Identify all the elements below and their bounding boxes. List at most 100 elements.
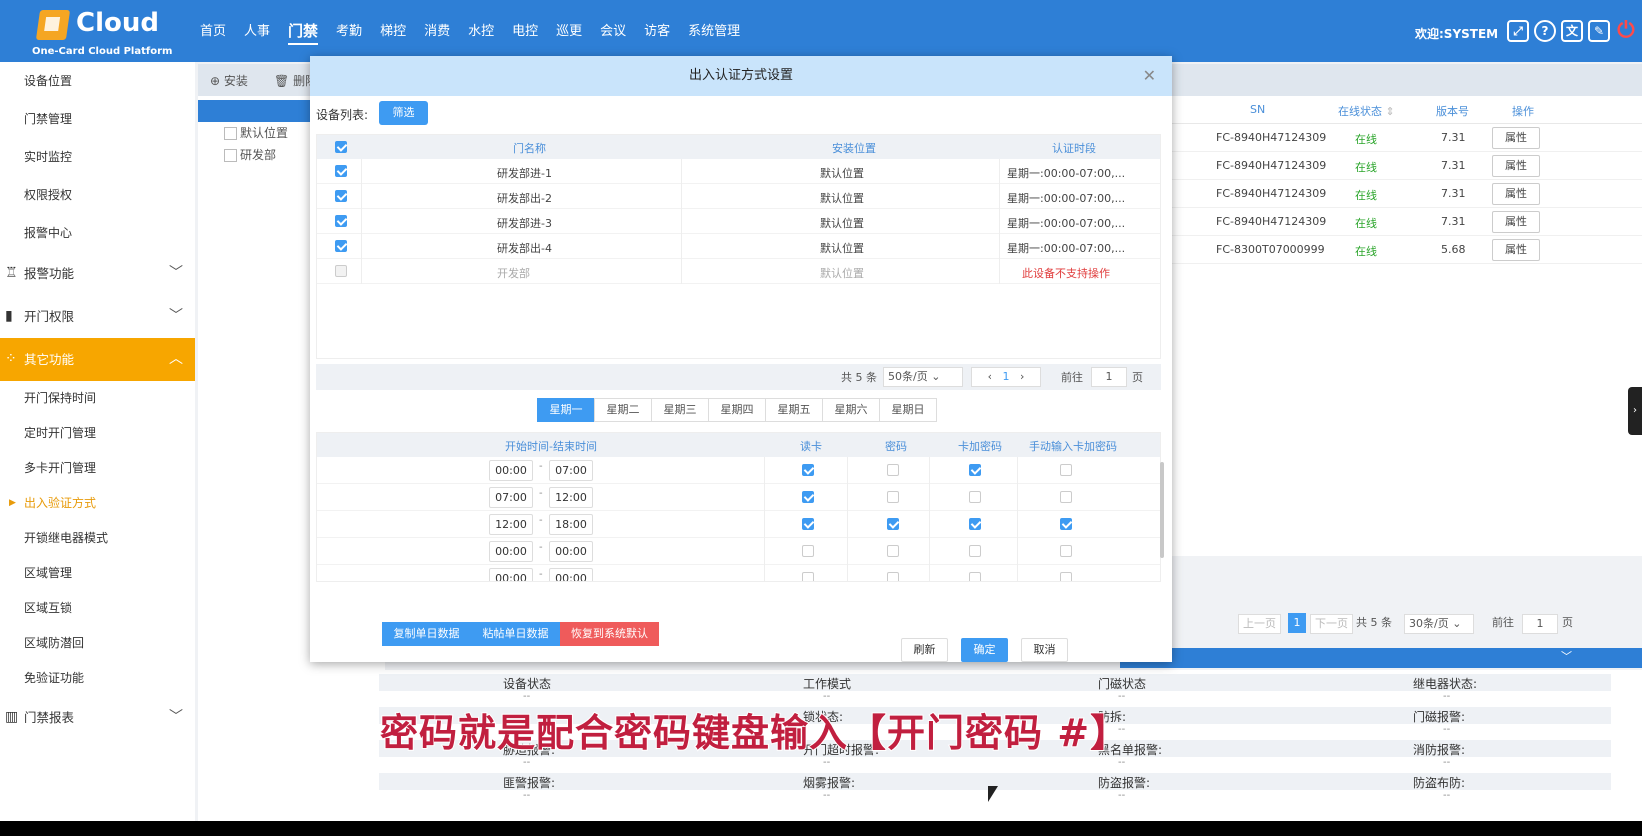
side-tab-handle[interactable]: › — [1628, 387, 1642, 435]
goto-input[interactable]: 1 — [1522, 614, 1558, 634]
auth-checkbox[interactable] — [1060, 518, 1072, 530]
auth-checkbox[interactable] — [887, 545, 899, 557]
confirm-button[interactable]: 确定 — [961, 638, 1008, 662]
filter-button[interactable]: 筛选 — [379, 101, 428, 125]
nav-item[interactable]: 人事 — [244, 20, 270, 45]
end-time-input[interactable]: 18:00 — [549, 514, 593, 535]
auth-checkbox[interactable] — [1060, 572, 1072, 581]
power-icon[interactable]: ⏻ — [1615, 20, 1637, 42]
sidebar-subitem[interactable]: 多卡开门管理 — [0, 451, 195, 486]
start-time-input[interactable]: 00:00 — [489, 541, 533, 562]
auth-checkbox[interactable] — [1060, 491, 1072, 503]
sidebar-subitem[interactable]: 区域互锁 — [0, 591, 195, 626]
sidebar-subitem[interactable]: 开锁继电器模式 — [0, 521, 195, 556]
sidebar-subitem[interactable]: 开门保持时间 — [0, 381, 195, 416]
sidebar-group-alarm[interactable]: ♖ 报警功能 ﹀ — [0, 252, 195, 295]
goto-input[interactable]: 1 — [1091, 367, 1127, 387]
tab-weekday[interactable]: 星期四 — [708, 398, 766, 422]
sidebar-item[interactable]: 权限授权 — [0, 176, 195, 214]
fullscreen-icon[interactable]: ⤢ — [1507, 20, 1529, 42]
nav-item[interactable]: 巡更 — [556, 20, 582, 45]
auth-checkbox[interactable] — [1060, 464, 1072, 476]
end-time-input[interactable]: 07:00 — [549, 460, 593, 481]
copy-day-button[interactable]: 复制单日数据 — [382, 622, 471, 646]
row-checkbox[interactable] — [335, 215, 347, 227]
nav-item[interactable]: 会议 — [600, 20, 626, 45]
column-header[interactable]: 在线状态 ⇕ — [1338, 103, 1395, 119]
sort-icon[interactable]: ⇕ — [1386, 105, 1395, 118]
next-page-button[interactable]: 下一页 — [1310, 614, 1353, 634]
nav-item[interactable]: 电控 — [512, 20, 538, 45]
properties-button[interactable]: 属性 — [1492, 127, 1540, 149]
status-collapse-bar[interactable]: ﹀ — [1120, 648, 1642, 668]
page-number[interactable]: 1 — [1288, 613, 1306, 633]
sidebar-group-door[interactable]: ▮ 开门权限 ﹀ — [0, 295, 195, 338]
chevron-down-icon[interactable]: ﹀ — [1561, 650, 1572, 663]
sidebar-item[interactable]: 报警中心 — [0, 214, 195, 252]
properties-button[interactable]: 属性 — [1492, 183, 1540, 205]
nav-item[interactable]: 考勤 — [336, 20, 362, 45]
close-icon[interactable]: ✕ — [1143, 56, 1156, 96]
install-button[interactable]: ⊕ 安装 — [210, 72, 248, 89]
page-size-select[interactable]: 30条/页 ⌄ — [1404, 614, 1474, 634]
select-all-checkbox[interactable] — [335, 141, 347, 153]
sidebar-item[interactable]: 门禁管理 — [0, 100, 195, 138]
end-time-input[interactable]: 00:00 — [549, 541, 593, 562]
tab-weekday[interactable]: 星期日 — [879, 398, 937, 422]
scrollbar[interactable] — [1160, 462, 1164, 558]
row-checkbox[interactable] — [335, 240, 347, 252]
auth-checkbox[interactable] — [1060, 545, 1072, 557]
sidebar-item[interactable]: 实时监控 — [0, 138, 195, 176]
auth-checkbox[interactable] — [969, 491, 981, 503]
auth-checkbox[interactable] — [887, 518, 899, 530]
auth-checkbox[interactable] — [969, 464, 981, 476]
nav-item[interactable]: 水控 — [468, 20, 494, 45]
sidebar-subitem[interactable]: 区域防潜回 — [0, 626, 195, 661]
start-time-input[interactable]: 00:00 — [489, 460, 533, 481]
auth-checkbox[interactable] — [969, 572, 981, 581]
restore-default-button[interactable]: 恢复到系统默认 — [560, 622, 659, 646]
end-time-input[interactable]: 00:00 — [549, 568, 593, 581]
sidebar-subitem[interactable]: ▶ 出入验证方式 — [0, 486, 195, 521]
translate-icon[interactable]: 文 — [1561, 20, 1583, 42]
row-checkbox[interactable] — [335, 190, 347, 202]
auth-checkbox[interactable] — [802, 464, 814, 476]
sidebar-subitem[interactable]: 区域管理 — [0, 556, 195, 591]
auth-checkbox[interactable] — [887, 491, 899, 503]
auth-checkbox[interactable] — [969, 545, 981, 557]
refresh-button[interactable]: 刷新 — [901, 638, 948, 662]
auth-checkbox[interactable] — [887, 572, 899, 581]
nav-item[interactable]: 首页 — [200, 20, 226, 45]
nav-item[interactable]: 消费 — [424, 20, 450, 45]
sidebar-item[interactable]: 设备位置 — [0, 62, 195, 100]
tab-weekday[interactable]: 星期六 — [822, 398, 880, 422]
tab-weekday[interactable]: 星期一 — [537, 398, 595, 422]
auth-checkbox[interactable] — [802, 491, 814, 503]
start-time-input[interactable]: 00:00 — [489, 568, 533, 581]
auth-checkbox[interactable] — [802, 518, 814, 530]
sidebar-subitem[interactable]: 定时开门管理 — [0, 416, 195, 451]
end-time-input[interactable]: 12:00 — [549, 487, 593, 508]
nav-item[interactable]: 系统管理 — [688, 20, 740, 45]
sidebar-subitem[interactable]: 免验证功能 — [0, 661, 195, 696]
cancel-button[interactable]: 取消 — [1021, 638, 1068, 662]
paste-day-button[interactable]: 粘帖单日数据 — [471, 622, 560, 646]
properties-button[interactable]: 属性 — [1492, 211, 1540, 233]
row-checkbox[interactable] — [335, 165, 347, 177]
auth-checkbox[interactable] — [887, 464, 899, 476]
properties-button[interactable]: 属性 — [1492, 239, 1540, 261]
nav-item[interactable]: 访客 — [644, 20, 670, 45]
row-checkbox[interactable] — [335, 265, 347, 277]
page-size-select[interactable]: 50条/页 ⌄ — [883, 367, 963, 387]
tab-weekday[interactable]: 星期二 — [594, 398, 652, 422]
sidebar-group-report[interactable]: ▥ 门禁报表 ﹀ — [0, 696, 195, 739]
prev-page-button[interactable]: 上一页 — [1238, 614, 1281, 634]
sidebar-group-other[interactable]: ⁘ 其它功能 ︿ — [0, 338, 195, 381]
help-icon[interactable]: ? — [1534, 20, 1556, 42]
properties-button[interactable]: 属性 — [1492, 155, 1540, 177]
edit-icon[interactable]: ✎ — [1588, 20, 1610, 42]
start-time-input[interactable]: 07:00 — [489, 487, 533, 508]
nav-item[interactable]: 梯控 — [380, 20, 406, 45]
auth-checkbox[interactable] — [802, 572, 814, 581]
auth-checkbox[interactable] — [802, 545, 814, 557]
